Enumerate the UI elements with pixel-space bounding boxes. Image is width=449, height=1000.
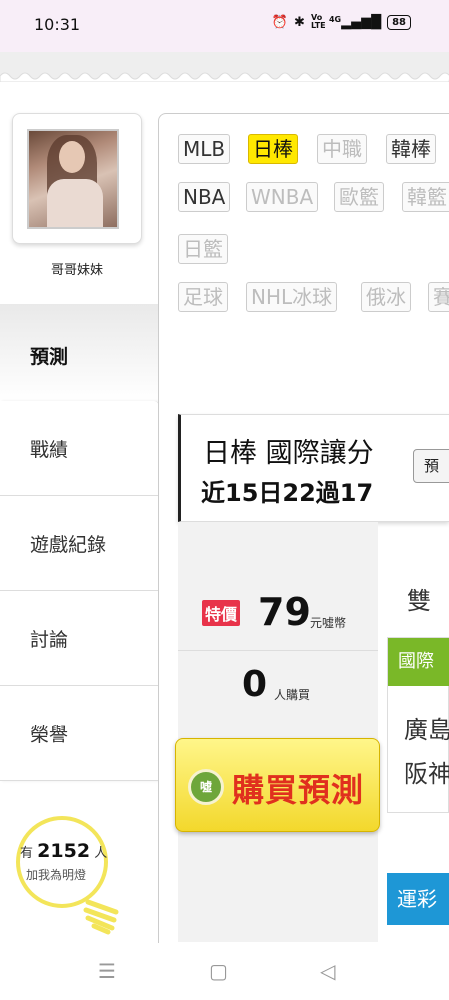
team-away: 阪神 — [404, 760, 449, 788]
tag-euro-basketball[interactable]: 歐籃 — [334, 182, 384, 212]
alarm-icon: ⏰ — [271, 14, 289, 30]
fans-prefix: 有 — [20, 846, 34, 861]
follow-lightbulb[interactable]: 有 2152 人 加我為明燈 — [16, 816, 126, 936]
profile-name: 哥哥妹妹 — [50, 263, 103, 278]
menu-item-label: 榮譽 — [30, 724, 69, 746]
tag-kbo[interactable]: 韓棒 — [386, 134, 436, 164]
volte-icon: Vo LTE — [310, 13, 326, 30]
menu-item-honor[interactable]: 榮譽 — [0, 686, 158, 781]
fans-count: 2152 — [37, 840, 91, 862]
prediction-title: 日棒 國際讓分 — [203, 438, 374, 469]
tag-nba[interactable]: NBA — [178, 182, 231, 212]
price-unit: 元噓幣 — [310, 616, 347, 630]
menu-item-label: 戰績 — [30, 439, 69, 461]
tag-jp-basketball[interactable]: 日籃 — [178, 234, 228, 264]
status-bar: 10:31 ⏰ ✱ Vo LTE 4G▂▄▆█ 88 — [0, 0, 449, 52]
tag-mlb[interactable]: MLB — [178, 134, 231, 164]
buyers-count: 0 — [242, 664, 268, 705]
fans-note: 加我為明燈 — [26, 868, 87, 882]
match-header: 雙 — [407, 587, 431, 615]
lightbulb-base-icon — [83, 899, 119, 935]
network-label: 4G — [328, 14, 342, 24]
match-card[interactable]: 國際 廣島 阪神 — [387, 637, 449, 813]
prediction-button[interactable]: 預測 — [413, 449, 449, 483]
avatar[interactable] — [27, 129, 119, 229]
4g-signal-icon: 4G▂▄▆█ — [328, 14, 382, 30]
tag-soccer[interactable]: 足球 — [178, 282, 228, 312]
back-icon[interactable]: ◁ — [320, 959, 335, 983]
menu-icon[interactable]: ☰ — [98, 959, 116, 983]
battery-icon: 88 — [387, 14, 411, 30]
menu-item-record[interactable]: 戰績 — [0, 401, 158, 496]
prediction-summary: 日棒 國際讓分 近15日22過17 預測 — [178, 414, 449, 522]
tag-nhl[interactable]: NHL冰球 — [246, 282, 338, 312]
status-time: 10:31 — [34, 15, 81, 34]
menu-item-predict[interactable]: 預測 — [0, 304, 160, 401]
price-panel: 特價 79 元噓幣 0 人購買 — [178, 522, 378, 942]
system-nav-bar: ☰ ▢ ◁ — [0, 943, 449, 1000]
buy-prediction-label: 購買預測 — [232, 771, 365, 809]
tag-khl[interactable]: 俄冰 — [361, 282, 411, 312]
buyers-unit: 人購買 — [274, 688, 311, 702]
fans-count-line: 有 2152 人 — [20, 840, 130, 862]
menu-item-label: 預測 — [30, 346, 69, 368]
sports-lottery-bar[interactable]: 運彩 — [387, 873, 449, 925]
menu-item-discussion[interactable]: 討論 — [0, 591, 158, 686]
side-menu: 戰績 遊戲紀錄 討論 榮譽 — [0, 401, 160, 781]
status-icons: ⏰ ✱ Vo LTE 4G▂▄▆█ 88 — [272, 14, 411, 30]
buy-prediction-button[interactable]: 噓 購買預測 — [175, 738, 380, 832]
bluetooth-icon: ✱ — [294, 14, 305, 30]
tag-wnba[interactable]: WNBA — [246, 182, 319, 212]
price-value: 79 — [258, 590, 311, 634]
home-icon[interactable]: ▢ — [209, 959, 228, 983]
tag-kr-basketball[interactable]: 韓籃 — [402, 182, 449, 212]
tag-jp-baseball[interactable]: 日棒 — [248, 134, 298, 164]
coin-icon: 噓 — [188, 769, 224, 805]
lightbulb-icon — [16, 816, 108, 908]
profile-card[interactable] — [12, 113, 142, 244]
team-home: 廣島 — [404, 716, 449, 744]
header-wave-decoration — [0, 52, 449, 82]
menu-item-game-history[interactable]: 遊戲紀錄 — [0, 496, 158, 591]
menu-item-label: 遊戲紀錄 — [30, 534, 107, 556]
match-type-bar: 國際 — [388, 638, 449, 686]
tag-cpbl[interactable]: 中職 — [317, 134, 367, 164]
fans-suffix: 人 — [94, 846, 108, 861]
sale-badge: 特價 — [202, 600, 241, 626]
prediction-record: 近15日22過17 — [201, 479, 374, 507]
tag-more[interactable]: 賽 — [428, 282, 449, 312]
menu-item-label: 討論 — [30, 629, 69, 651]
divider — [178, 650, 378, 651]
